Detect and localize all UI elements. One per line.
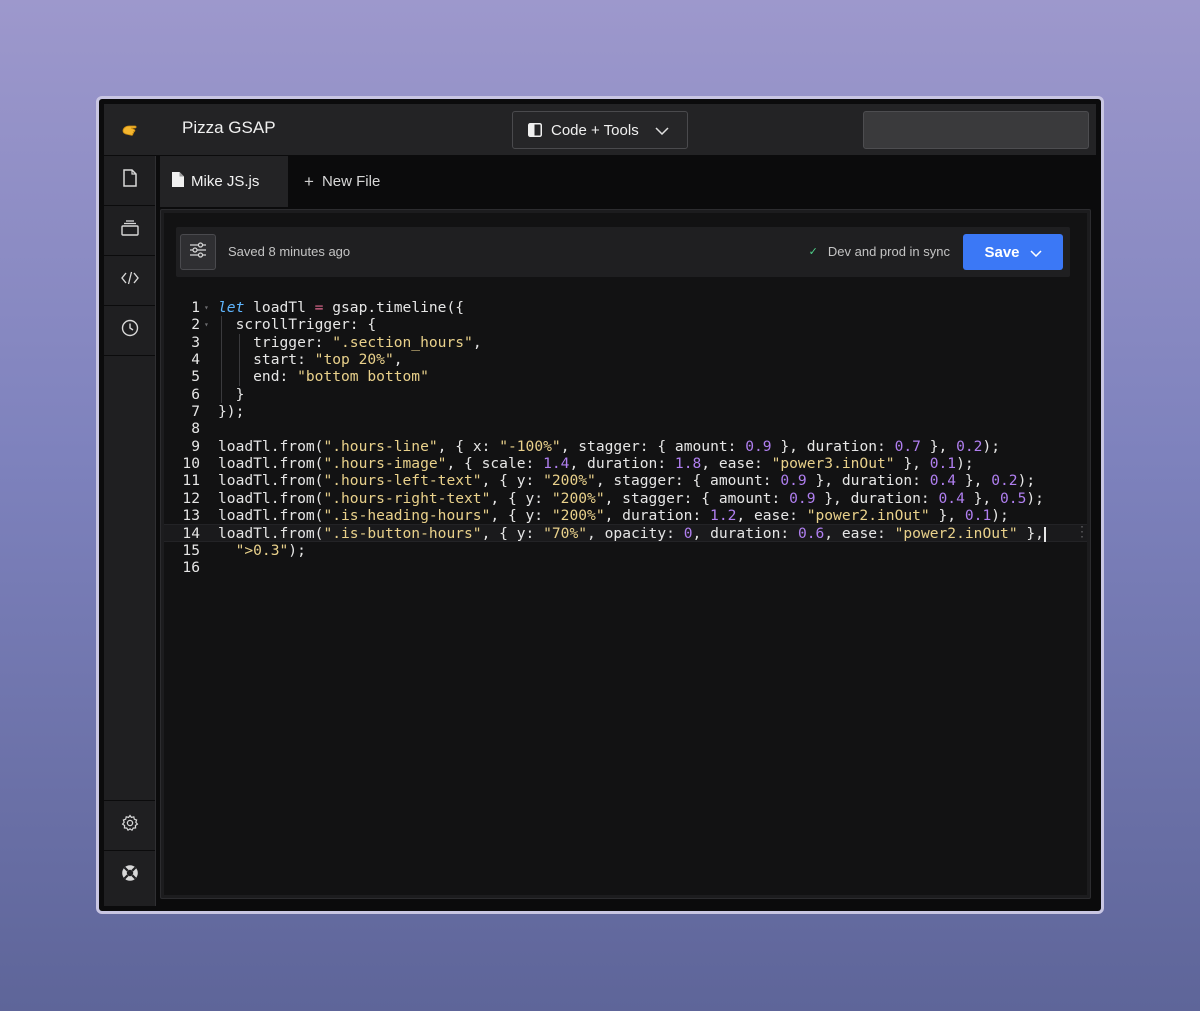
line-text: loadTl.from(".hours-line", { x: "-100%",… [218,437,1001,455]
saved-status: Saved 8 minutes ago [228,244,351,259]
line-text: ">0.3"); [235,541,306,559]
code-line[interactable]: 14 · · · loadTl.from(".is-button-hours", { y… [164,523,1087,543]
code-line[interactable]: 16 [164,559,1087,576]
view-mode-dropdown[interactable]: Code + Tools [512,111,688,149]
new-file-label: New File [321,173,381,190]
indent-guide [239,351,240,369]
fold-arrow-icon[interactable]: ▾ [204,299,209,316]
save-button[interactable]: Save [963,234,1063,270]
text-caret [1043,526,1046,542]
sidebar-item-pages[interactable] [104,156,155,206]
view-mode-label: Code + Tools [551,121,639,139]
code-icon [120,271,139,290]
code-line[interactable]: 7}); [164,403,1087,420]
editor-panel: Saved 8 minutes ago ✓ Dev and prod in sy… [160,209,1091,899]
chevron-down-icon [655,122,669,139]
indent-guide [221,351,222,369]
indent-guide [221,385,222,404]
code-line[interactable]: 5 end: "bottom bottom" [164,368,1087,386]
sidebar-item-help[interactable] [104,850,155,900]
fold-arrow-icon[interactable]: ▾ [204,316,209,333]
sidebar-item-settings[interactable] [104,800,155,850]
line-number: 13 [182,507,200,525]
sidebar-item-history[interactable] [104,306,155,356]
line-text: }); [218,403,245,421]
sync-status: ✓ Dev and prod in sync [809,244,950,259]
sidebar [104,156,156,906]
line-text: scrollTrigger: { [218,316,377,334]
chevron-down-icon [1029,244,1042,261]
line-text: loadTl.from(".is-heading-hours", { y: "2… [218,507,1009,525]
plus-icon: + [304,171,314,191]
code-line[interactable]: 12 loadTl.from(".hours-right-text", { y: … [164,490,1087,507]
history-clock-icon [121,319,139,342]
line-text: let loadTl = gsap.timeline({ [218,299,465,316]
line-text: start: "top 20%", [218,351,403,369]
code-editor[interactable]: 1 ▾ let loadTl = gsap.timeline({2 ▾ scrollT… [164,299,1087,577]
line-text: loadTl.from(".hours-image", { scale: 1.4… [218,455,974,473]
line-number: 6 [191,385,200,403]
code-line[interactable]: 10 loadTl.from(".hours-image", { scale: 1… [164,455,1087,472]
code-line[interactable]: 2 ▾ scrollTrigger: { [164,316,1087,334]
sliders-icon [189,241,207,263]
indent-guide [221,368,222,386]
indent-guide [239,368,240,386]
layout-split-icon [528,123,542,137]
app-window: Pizza GSAP Code + Tools Mike JS.js + New… [96,96,1104,914]
editor-area: Saved 8 minutes ago ✓ Dev and prod in sy… [164,213,1087,895]
line-number: 2 [191,316,200,334]
gear-icon [121,814,139,837]
line-number: 3 [191,333,200,351]
line-text: trigger: ".section_hours", [218,333,482,351]
sync-status-label: Dev and prod in sync [827,244,950,259]
sidebar-item-layers[interactable] [104,206,155,256]
line-number: 4 [191,351,200,369]
line-text: loadTl.from(".hours-right-text", { y: "2… [218,489,1044,507]
file-icon [122,169,138,192]
help-lifebuoy-icon [121,864,139,887]
line-number: 15 [182,541,200,559]
app-title: Pizza GSAP [182,118,276,137]
code-line[interactable]: 13 loadTl.from(".is-heading-hours", { y: … [164,507,1087,524]
layers-icon [120,220,139,241]
file-icon [172,172,184,191]
code-line[interactable]: 1 ▾ let loadTl = gsap.timeline({ [164,299,1087,316]
line-number: 16 [182,559,200,577]
app-shell: Pizza GSAP Code + Tools Mike JS.js + New… [104,104,1096,906]
hand-wave-icon [120,120,140,140]
line-text: loadTl.from(".is-button-hours", { y: "70… [218,525,1046,543]
sidebar-item-code[interactable] [104,256,155,306]
editor-toolbar: Saved 8 minutes ago ✓ Dev and prod in sy… [176,227,1070,277]
tab-label: Mike JS.js [191,173,260,190]
editor-settings-button[interactable] [180,234,216,270]
code-line[interactable]: 15 ">0.3"); [164,542,1087,559]
code-line[interactable]: 6 } [164,385,1087,404]
line-number: 7 [191,403,200,421]
tab-mike-js[interactable]: Mike JS.js [160,156,288,207]
code-line[interactable]: 9 loadTl.from(".hours-line", { x: "-100%"… [164,438,1087,455]
line-number: 11 [182,472,200,490]
line-number: 9 [191,437,200,455]
line-number: 10 [182,455,200,473]
code-line[interactable]: 4 start: "top 20%", [164,351,1087,369]
line-number: 8 [191,420,200,438]
code-line[interactable]: 11 loadTl.from(".hours-left-text", { y: "… [164,472,1087,489]
line-text: end: "bottom bottom" [218,368,429,386]
code-line[interactable]: 3 trigger: ".section_hours", [164,333,1087,352]
code-line[interactable]: 8 [164,420,1087,437]
check-icon: ✓ [808,246,818,258]
save-label: Save [984,243,1020,261]
line-number: 5 [191,368,200,386]
indent-guide [221,333,222,352]
line-number: 14 [182,525,200,543]
indent-guide [239,333,240,352]
line-number: 1 [191,299,200,316]
top-bar: Pizza GSAP Code + Tools [104,104,1096,156]
drag-handle-icon[interactable]: · · · [1079,523,1085,543]
line-text: loadTl.from(".hours-left-text", { y: "20… [218,472,1036,490]
indent-guide [221,316,222,334]
new-file-button[interactable]: + New File [304,156,380,207]
top-search-field[interactable] [863,111,1089,149]
line-number: 12 [182,489,200,507]
